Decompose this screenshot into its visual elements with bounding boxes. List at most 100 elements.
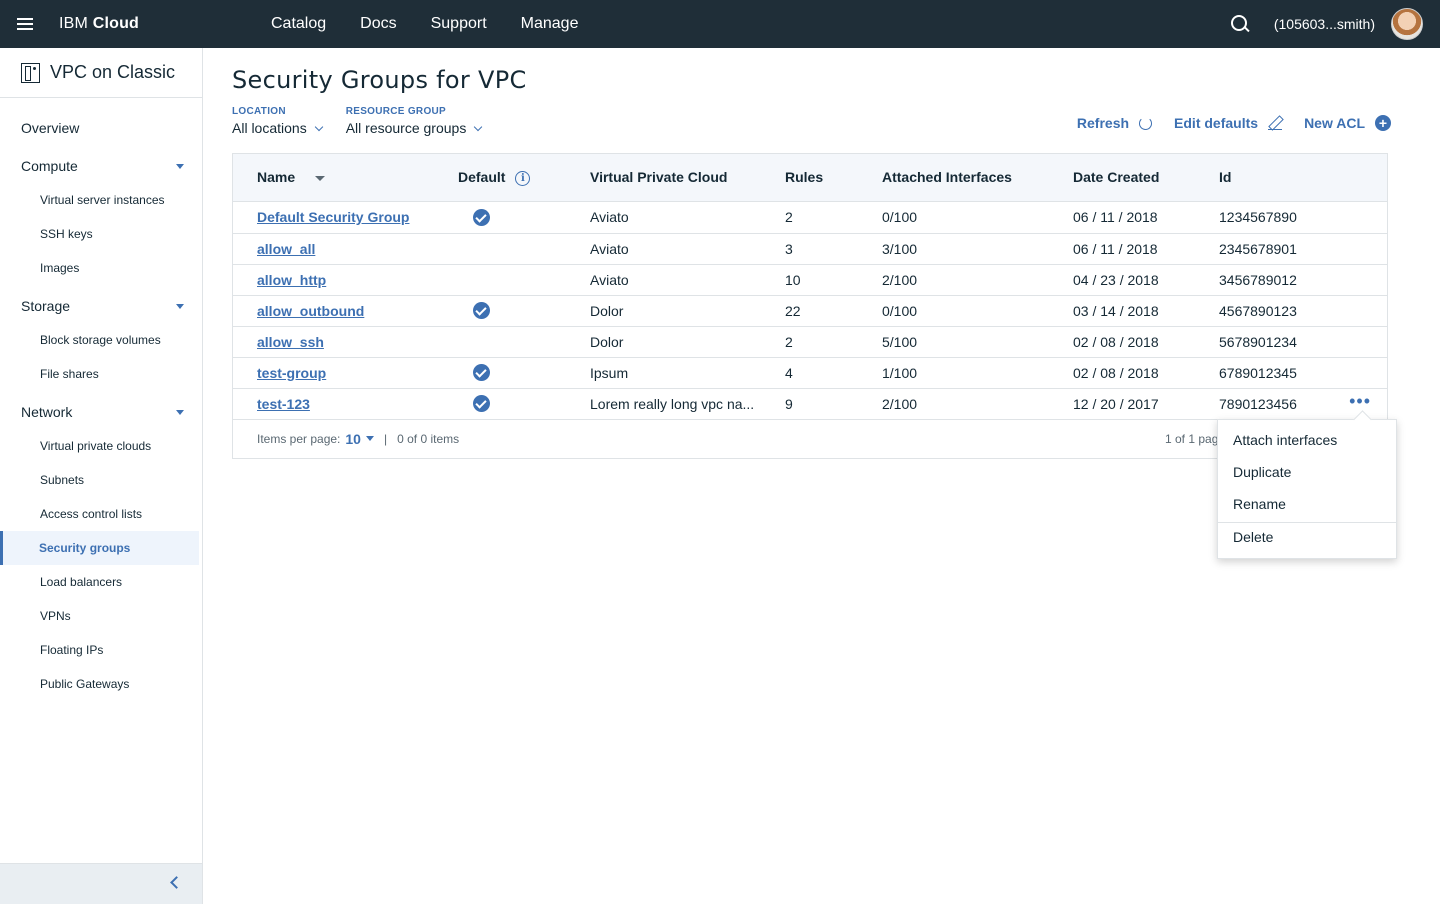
cell-date-created: 04 / 23 / 2018 (1049, 264, 1195, 296)
resource-group-filter[interactable]: RESOURCE GROUP All resource groups (345, 106, 483, 136)
column-header-default: Default i (434, 154, 566, 202)
security-group-link[interactable]: allow_all (257, 241, 315, 257)
cell-default (434, 295, 566, 327)
cell-date-created: 02 / 08 / 2018 (1049, 357, 1195, 389)
chevron-down-icon (474, 122, 483, 131)
sidebar-item-floating-ips[interactable]: Floating IPs (0, 633, 202, 667)
sidebar-item-overview[interactable]: Overview (0, 111, 202, 145)
account-switcher[interactable]: (105603...smith) (1274, 16, 1375, 32)
cell-vpc: Aviato (566, 264, 761, 296)
table-row[interactable]: allow_all Aviato 3 3/100 06 / 11 / 2018 23456… (233, 233, 1387, 265)
table-row[interactable]: test-123 Lorem really long vpc na... 9 2/10… (233, 388, 1387, 420)
sidebar-group-network[interactable]: Network (0, 395, 202, 429)
sidebar-item-public-gateways[interactable]: Public Gateways (0, 667, 202, 701)
cell-attached-interfaces: 0/100 (858, 295, 1049, 327)
sidebar-item-access-control-lists[interactable]: Access control lists (0, 497, 202, 531)
items-per-page-label: Items per page: (257, 431, 341, 446)
sidebar-item-subnets[interactable]: Subnets (0, 463, 202, 497)
nav-catalog[interactable]: Catalog (271, 15, 326, 33)
cell-id-value: 5678901234 (1219, 333, 1297, 350)
cell-vpc: Lorem really long vpc na... (566, 388, 761, 420)
cell-name: allow_ssh (233, 326, 434, 358)
nav-docs[interactable]: Docs (360, 15, 396, 33)
cell-rules: 10 (761, 264, 858, 296)
column-header-date-created: Date Created (1049, 154, 1195, 202)
sidebar-item-vpns[interactable]: VPNs (0, 599, 202, 633)
column-header-vpc: Virtual Private Cloud (566, 154, 761, 202)
cell-attached-interfaces: 2/100 (858, 264, 1049, 296)
location-filter-label: LOCATION (232, 106, 286, 117)
info-icon[interactable]: i (515, 170, 531, 186)
security-group-link[interactable]: Default Security Group (257, 209, 409, 225)
pager-separator: | (383, 431, 388, 446)
new-acl-button[interactable]: New ACL + (1304, 115, 1391, 131)
cell-vpc: Aviato (566, 201, 761, 234)
cell-default (434, 326, 566, 358)
cell-id: 6789012345 (1195, 357, 1387, 389)
sidebar-group-storage[interactable]: Storage (0, 289, 202, 323)
cell-date-created: 02 / 08 / 2018 (1049, 326, 1195, 358)
cell-id: 3456789012 (1195, 264, 1387, 296)
menu-item-duplicate[interactable]: Duplicate (1218, 458, 1396, 490)
sidebar-group-compute[interactable]: Compute (0, 149, 202, 183)
security-group-link[interactable]: allow_ssh (257, 334, 324, 350)
cell-id-value: 4567890123 (1219, 302, 1297, 319)
sidebar-header: VPC on Classic (0, 48, 202, 98)
column-header-name[interactable]: Name (233, 154, 434, 202)
cell-attached-interfaces: 2/100 (858, 388, 1049, 420)
column-header-label: Default (458, 168, 506, 185)
search-icon[interactable] (1230, 14, 1250, 34)
cell-rules: 9 (761, 388, 858, 420)
toolbar-actions: Refresh Edit defaults New ACL + (1055, 115, 1391, 131)
nav-manage[interactable]: Manage (521, 15, 579, 33)
sidebar-item-ssh-keys[interactable]: SSH keys (0, 217, 202, 251)
table-row[interactable]: test-group Ipsum 4 1/100 02 / 08 / 2018 67890… (233, 357, 1387, 389)
table-row[interactable]: Default Security Group Aviato 2 0/100 06 / 1… (233, 201, 1387, 234)
sidebar-item-load-balancers[interactable]: Load balancers (0, 565, 202, 599)
cell-name: allow_outbound (233, 295, 434, 327)
security-group-link[interactable]: allow_outbound (257, 303, 364, 319)
sidebar-item-virtual-private-clouds[interactable]: Virtual private clouds (0, 429, 202, 463)
items-per-page-select[interactable]: 10 (345, 431, 374, 447)
menu-item-attach-interfaces[interactable]: Attach interfaces (1218, 426, 1396, 458)
page-title: Security Groups for VPC (232, 66, 527, 94)
table-row[interactable]: allow_http Aviato 10 2/100 04 / 23 / 2018 345… (233, 264, 1387, 296)
brand-logo[interactable]: IBM Cloud (59, 15, 271, 33)
sort-icon[interactable] (315, 176, 326, 182)
column-header-rules: Rules (761, 154, 858, 202)
security-group-link[interactable]: allow_http (257, 272, 326, 288)
sidebar-item-images[interactable]: Images (0, 251, 202, 285)
column-header-attached-interfaces: Attached Interfaces (858, 154, 1049, 202)
sidebar-collapse-bar (0, 863, 202, 904)
resource-group-filter-label: RESOURCE GROUP (345, 106, 447, 117)
table-row[interactable]: allow_outbound Dolor 22 0/100 03 / 14 / 2018… (233, 295, 1387, 327)
security-group-link[interactable]: test-123 (257, 396, 310, 412)
menu-item-delete[interactable]: Delete (1218, 522, 1396, 554)
cell-id-value: 3456789012 (1219, 271, 1297, 288)
checkmark-filled-icon (473, 364, 490, 382)
refresh-button[interactable]: Refresh (1077, 115, 1153, 131)
edit-defaults-button[interactable]: Edit defaults (1174, 115, 1283, 131)
top-bar: IBM Cloud Catalog Docs Support Manage (1… (0, 0, 1440, 48)
chevron-left-icon[interactable] (170, 876, 183, 889)
nav-support[interactable]: Support (431, 15, 487, 33)
cell-rules: 4 (761, 357, 858, 389)
sidebar-item-file-shares[interactable]: File shares (0, 357, 202, 391)
sidebar-item-security-groups[interactable]: Security groups (0, 531, 199, 565)
cell-default (434, 264, 566, 296)
cell-id: 5678901234 (1195, 326, 1387, 358)
cell-name: allow_all (233, 233, 434, 265)
avatar[interactable] (1391, 8, 1423, 40)
overflow-menu-icon[interactable]: ••• (1349, 392, 1371, 410)
cell-name: test-123 (233, 388, 434, 420)
sidebar-item-block-storage-volumes[interactable]: Block storage volumes (0, 323, 202, 357)
cell-id: 4567890123 (1195, 295, 1387, 327)
location-filter[interactable]: LOCATION All locations (232, 106, 323, 136)
table-row[interactable]: allow_ssh Dolor 2 5/100 02 / 08 / 2018 567890… (233, 326, 1387, 358)
main-content: Security Groups for VPC LOCATION All loc… (232, 48, 1391, 459)
menu-item-rename[interactable]: Rename (1218, 490, 1396, 522)
security-group-link[interactable]: test-group (257, 365, 326, 381)
cell-date-created: 06 / 11 / 2018 (1049, 201, 1195, 234)
hamburger-menu-icon[interactable] (0, 0, 50, 48)
sidebar-item-virtual-server-instances[interactable]: Virtual server instances (0, 183, 202, 217)
